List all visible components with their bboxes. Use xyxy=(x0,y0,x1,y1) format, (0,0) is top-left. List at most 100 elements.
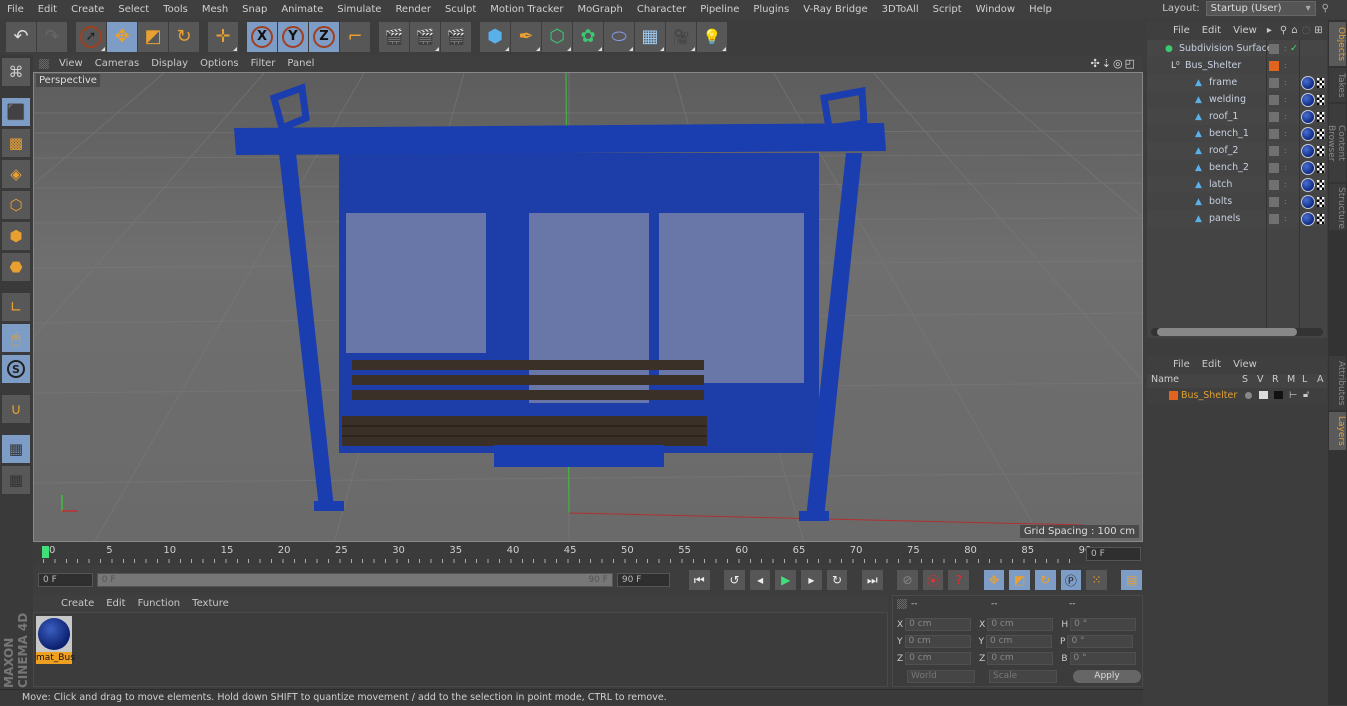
search-icon[interactable]: ⚲ xyxy=(1322,3,1329,14)
editor-visibility-icon[interactable] xyxy=(1269,162,1279,173)
size-y-field[interactable]: 0 cm xyxy=(986,635,1052,648)
previous-frame-button[interactable]: ◂ xyxy=(749,570,771,590)
timeline-window-button[interactable]: ▤ xyxy=(1121,570,1143,590)
viewport-menu-filter[interactable]: Filter xyxy=(245,58,282,69)
tweak-mode-button[interactable]: 🖱 xyxy=(2,324,30,352)
pan-icon[interactable]: ✣ xyxy=(1091,57,1102,70)
previous-key-button[interactable]: ↺ xyxy=(724,570,745,590)
object-row[interactable]: ▲ panels: xyxy=(1147,210,1327,227)
object-row[interactable]: ▲ bench_1: xyxy=(1147,125,1327,142)
material-swatch[interactable]: mat_Bus xyxy=(36,616,75,664)
rotation-b-field[interactable]: 0 ° xyxy=(1069,652,1136,665)
points-mode-button[interactable]: ⬡ xyxy=(2,191,30,219)
coordinate-system-button[interactable]: ⌐ xyxy=(340,21,370,52)
polygons-mode-button[interactable]: ⬣ xyxy=(2,253,30,281)
light-button[interactable]: 💡 xyxy=(697,21,727,52)
scrollbar-thumb[interactable] xyxy=(1157,328,1297,336)
col-manager[interactable]: M xyxy=(1287,374,1295,385)
go-to-end-button[interactable]: ⏭ xyxy=(861,570,883,590)
menu-file[interactable]: File xyxy=(0,4,31,15)
col-name[interactable]: Name xyxy=(1151,374,1179,385)
viewport-menu-options[interactable]: Options xyxy=(194,58,245,69)
render-view-button[interactable]: 🎬 xyxy=(379,21,409,52)
tab-content-browser[interactable]: Content Browser xyxy=(1326,104,1346,182)
undo-button[interactable]: ↶ xyxy=(6,21,36,52)
object-row[interactable]: ● Subdivision Surface: ✓ xyxy=(1147,40,1327,57)
rotation-p-field[interactable]: 0 ° xyxy=(1067,635,1134,648)
start-frame-field[interactable]: 0 F xyxy=(38,573,93,587)
material-tag-icon[interactable] xyxy=(1301,143,1315,158)
visibility-dots-icon[interactable]: : xyxy=(1284,44,1287,53)
material-menu-edit[interactable]: Edit xyxy=(100,598,131,609)
visibility-dots-icon[interactable]: : xyxy=(1284,129,1287,138)
menu-3dtoall[interactable]: 3DToAll xyxy=(875,4,926,15)
transform-mode-select[interactable]: Scale xyxy=(989,670,1057,683)
menu-sculpt[interactable]: Sculpt xyxy=(438,4,483,15)
menu-simulate[interactable]: Simulate xyxy=(330,4,388,15)
key-parameter-button[interactable]: Ⓟ xyxy=(1060,570,1082,590)
solo-dot-icon[interactable] xyxy=(1245,392,1252,399)
material-tag-icon[interactable] xyxy=(1301,92,1315,107)
menu-create[interactable]: Create xyxy=(64,4,111,15)
y-axis-lock-button[interactable]: Y xyxy=(278,21,308,52)
uvw-tag-icon[interactable] xyxy=(1317,196,1325,207)
visibility-dots-icon[interactable]: : xyxy=(1284,112,1287,121)
material-tag-icon[interactable] xyxy=(1301,126,1315,141)
render-to-picture-viewer-button[interactable]: 🎬 xyxy=(410,21,440,52)
workplane-align-button[interactable]: ▦ xyxy=(2,466,30,494)
cloner-button[interactable]: ✿ xyxy=(573,21,603,52)
menu-mograph[interactable]: MoGraph xyxy=(570,4,629,15)
apply-button[interactable]: Apply xyxy=(1073,670,1141,683)
size-x-field[interactable]: 0 cm xyxy=(987,618,1054,631)
scale-tool-button[interactable]: ◩ xyxy=(138,21,168,52)
col-render[interactable]: R xyxy=(1272,374,1279,385)
object-row[interactable]: ▲ roof_2: xyxy=(1147,142,1327,159)
material-tag-icon[interactable] xyxy=(1301,211,1315,226)
manager-icon[interactable]: ⊢ xyxy=(1289,390,1297,401)
menu-select[interactable]: Select xyxy=(111,4,156,15)
render-icon[interactable] xyxy=(1274,391,1283,399)
menu-vray-bridge[interactable]: V-Ray Bridge xyxy=(796,4,874,15)
layer-color-swatch[interactable] xyxy=(1169,391,1178,400)
x-axis-lock-button[interactable]: X xyxy=(247,21,277,52)
menu-character[interactable]: Character xyxy=(630,4,693,15)
visibility-dots-icon[interactable]: : xyxy=(1284,180,1287,189)
deformer-button[interactable]: ⬭ xyxy=(604,21,634,52)
subdivision-surface-button[interactable]: ⬡ xyxy=(542,21,572,52)
redo-button[interactable]: ↷ xyxy=(37,21,67,52)
object-row[interactable]: ▲ latch: xyxy=(1147,176,1327,193)
position-z-field[interactable]: 0 cm xyxy=(905,652,972,665)
layer-menu-edit[interactable]: Edit xyxy=(1196,359,1227,370)
editor-visibility-icon[interactable] xyxy=(1269,213,1279,224)
tab-structure[interactable]: Structure xyxy=(1329,184,1346,230)
tab-attributes[interactable]: Attributes xyxy=(1329,356,1346,410)
make-editable-button[interactable]: ⌘ xyxy=(2,58,30,86)
uvw-tag-icon[interactable] xyxy=(1317,179,1325,190)
material-tag-icon[interactable] xyxy=(1301,75,1315,90)
tab-takes[interactable]: Takes xyxy=(1329,68,1346,102)
menu-script[interactable]: Script xyxy=(926,4,969,15)
col-solo[interactable]: S xyxy=(1242,374,1248,385)
key-scale-button[interactable]: ◩ xyxy=(1009,570,1030,590)
tab-objects[interactable]: Objects xyxy=(1329,22,1346,66)
viewport-menu-view[interactable]: View xyxy=(53,58,89,69)
model-mode-button[interactable]: ⬛ xyxy=(2,98,30,126)
editor-visibility-icon[interactable] xyxy=(1269,128,1279,139)
menu-tools[interactable]: Tools xyxy=(156,4,195,15)
visibility-dots-icon[interactable]: : xyxy=(1284,214,1287,223)
key-pla-button[interactable]: ⁙ xyxy=(1086,570,1107,590)
layer-color-tag[interactable] xyxy=(1269,60,1279,71)
menu-mesh[interactable]: Mesh xyxy=(195,4,235,15)
visibility-dots-icon[interactable]: : xyxy=(1284,61,1287,70)
uvw-tag-icon[interactable] xyxy=(1317,162,1325,173)
playhead[interactable] xyxy=(42,546,49,558)
menu-motion-tracker[interactable]: Motion Tracker xyxy=(483,4,570,15)
menu-pipeline[interactable]: Pipeline xyxy=(693,4,746,15)
arrow-right-icon[interactable]: ▸ xyxy=(1267,25,1272,36)
object-row[interactable]: ▲ frame: xyxy=(1147,74,1327,91)
lock-icon[interactable]: 🔓︎ xyxy=(1303,389,1309,400)
workplane-lock-button[interactable]: ▦ xyxy=(2,435,30,463)
object-menu-view[interactable]: View xyxy=(1227,25,1263,36)
uvw-tag-icon[interactable] xyxy=(1317,111,1325,122)
uvw-tag-icon[interactable] xyxy=(1317,128,1325,139)
